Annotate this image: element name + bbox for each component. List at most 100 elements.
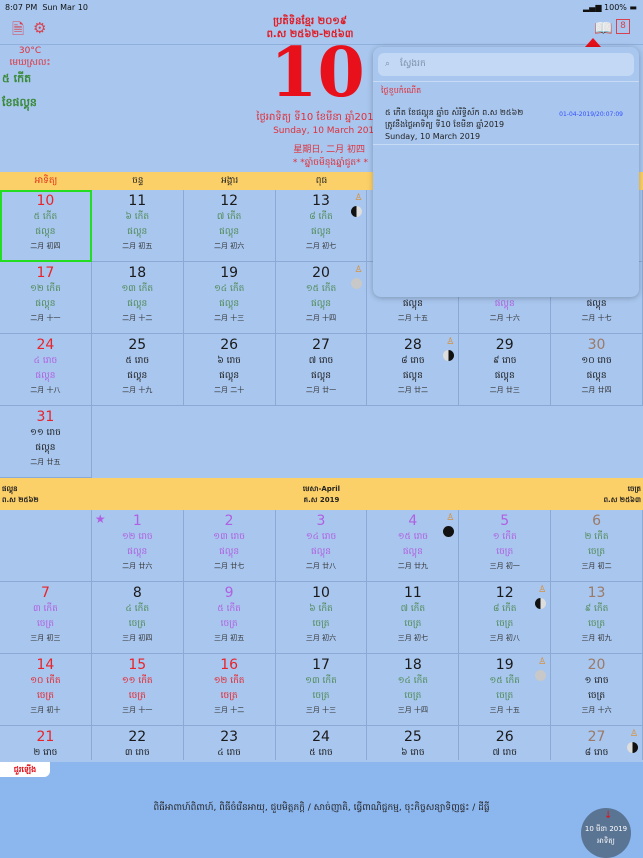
day-number: 11 (403, 585, 422, 601)
day-number: 6 (592, 513, 602, 529)
day-cell[interactable]: 13 ៩ កើត ចេត្រ 三月 初九 (551, 582, 643, 654)
popover-arrow (585, 38, 601, 47)
day-number: 25 (128, 337, 147, 353)
day-cell[interactable]: 19 ១៥ កើត ចេត្រ 三月 十五 ♙ (459, 654, 552, 726)
lunar-month: ផល្គុន (35, 227, 56, 237)
book-icon[interactable]: 📖 (594, 19, 613, 37)
day-cell[interactable] (0, 510, 92, 582)
day-cell[interactable]: 18 ១៣ កើត ផល្គុន 二月 十二 (91, 262, 184, 334)
day-cell[interactable]: 13 ៨ កើត ផល្គុន 二月 初七 ♙ (275, 190, 368, 262)
chinese-date: 二月 十八 (30, 386, 61, 394)
day-cell[interactable]: 9 ៥ កើត ចេត្រ 三月 初五 (183, 582, 276, 654)
day-cell[interactable]: 7 ៣ កើត ចេត្រ 三月 初三 (0, 582, 92, 654)
day-number: 19 (220, 265, 239, 281)
day-cell[interactable]: 26 ៦ រោច ផល្គុន 二月 二十 (183, 334, 276, 406)
day-cell[interactable]: 27 ៧ រោច ផល្គុន 二月 廿一 (275, 334, 368, 406)
day-number: 2 (224, 513, 234, 529)
day-cell[interactable]: 3 ១៤ រោច ផល្គុន 二月 廿八 (275, 510, 368, 582)
day-cell[interactable]: 15 ១១ កើត ចេត្រ 三月 十一 (91, 654, 184, 726)
day-cell[interactable]: 10 ៥ កើត ផល្គុន 二月 初四 (0, 190, 92, 262)
search-input[interactable]: ⌕ ស្វែងរក (378, 53, 634, 76)
day-cell[interactable]: 26 ៧ រោច (459, 726, 552, 760)
day-cell[interactable]: 29 ៩ រោច ផល្គុន 二月 廿三 (459, 334, 552, 406)
lunar-day: ៤ រោច (217, 748, 241, 758)
day-cell[interactable]: 16 ១២ កើត ចេត្រ 三月 十二 (183, 654, 276, 726)
lunar-day: ១៣ កើត (121, 284, 154, 294)
day-cell[interactable]: 24 ៤ រោច ផល្គុន 二月 十八 (0, 334, 92, 406)
day-cell[interactable]: 11 ៦ កើត ផល្គុន 二月 初五 (91, 190, 184, 262)
day-cell[interactable]: 5 ១ កើត ចេត្រ 三月 初一 (459, 510, 552, 582)
lunar-day: ២ រោច (33, 748, 58, 758)
chinese-date: 二月 十五 (397, 314, 428, 322)
day-cell[interactable]: 1 ១២ រោច ផល្គុន 二月 廿六 ★ (91, 510, 184, 582)
day-number: 14 (36, 657, 55, 673)
day-cell[interactable]: 30 ១០ រោច ផល្គុន 二月 廿四 (551, 334, 643, 406)
day-number: 24 (312, 729, 330, 745)
chinese-date: 二月 廿二 (397, 386, 428, 394)
lunar-day: ១១ រោច (30, 428, 61, 438)
today-button[interactable]: ↓ 10 មីនា 2019 អាទិត្យ (581, 808, 631, 858)
day-cell[interactable]: 24 ៥ រោច (275, 726, 368, 760)
monk-icon: ♙ (446, 337, 455, 347)
day-cell[interactable]: 2 ១៣ រោច ផល្គុន 二月 廿七 (183, 510, 276, 582)
weekday-wed: ពុធ (315, 176, 328, 186)
zodiac-year: * *ឆ្នាំចមិនុងឆ្នាំជូត* * (292, 158, 368, 168)
day-number: 26 (495, 729, 514, 745)
lunar-month: ចេត្រ (496, 619, 514, 629)
day-cell[interactable]: 12 ៧ កើត ផល្គុន 二月 初六 (183, 190, 276, 262)
day-cell[interactable]: 17 ១២ កើត ផល្គុន 二月 十一 (0, 262, 92, 334)
search-document-icon[interactable]: 🗎 (12, 19, 24, 44)
lunar-day: ២ កើត (584, 532, 609, 542)
day-cell[interactable]: 18 ១៤ កើត ចេត្រ 三月 十四 (367, 654, 460, 726)
day-cell[interactable]: 25 ៦ រោច (367, 726, 460, 760)
chinese-date: 三月 初三 (30, 634, 61, 642)
day-cell[interactable]: 4 ១៥ រោច ផល្គុន 二月 廿九 ♙ (367, 510, 460, 582)
day-cell[interactable]: 23 ៤ រោច (183, 726, 276, 760)
day-number: 30 (587, 337, 606, 353)
day-cell[interactable]: 8 ៤ កើត ចេត្រ 三月 初四 (91, 582, 184, 654)
day-cell[interactable]: 21 ២ រោច (0, 726, 92, 760)
day-cell[interactable]: 28 ៨ រោច ផល្គុន 二月 廿二 ♙ (367, 334, 460, 406)
lunar-month: ផល្គុន (310, 227, 331, 237)
chinese-date: 二月 十三 (214, 314, 245, 322)
status-bar: 8:07 PM Sun Mar 10 ▂▄▆ 100% ▬ (0, 0, 643, 14)
day-cell[interactable]: 25 ៥ រោច ផល្គុន 二月 十九 (91, 334, 184, 406)
big-day-number: 10 (270, 33, 365, 113)
chinese-date: 三月 十三 (305, 706, 337, 714)
day-cell[interactable]: 14 ១០ កើត ចេត្រ 三月 初十 (0, 654, 92, 726)
lunar-month: ផល្គុន (494, 299, 515, 309)
gear-icon[interactable]: ⚙ (33, 19, 46, 37)
day-cell[interactable]: 17 ១៣ កើត ចេត្រ 三月 十三 (275, 654, 368, 726)
lunar-month: ផល្គុន (310, 371, 331, 381)
day-cell[interactable]: 12 ៨ កើត ចេត្រ 三月 初八 ♙ (459, 582, 552, 654)
chinese-date: 二月 廿五 (30, 458, 61, 466)
birthday-entry[interactable]: ៥ កើត ខែផល្គុន ឆ្នាំច សំរឹទ្ធិស័ក ព.ស ២៥… (385, 107, 635, 143)
lunar-month: ចេត្រ (36, 619, 54, 629)
lunar-month: ចេត្រ (588, 619, 606, 629)
day-cell[interactable]: 20 ១ រោច ចេត្រ 三月 十六 (551, 654, 643, 726)
lunar-month: ផល្គុន (219, 547, 240, 557)
monk-icon: ♙ (354, 265, 363, 275)
lunar-day: ៧ កើត (400, 604, 426, 614)
chinese-date: 二月 十六 (489, 314, 520, 322)
day-number: 12 (220, 193, 239, 209)
day-cell[interactable]: 20 ១៥ កើត ផល្គុន 二月 十四 ♙ (275, 262, 368, 334)
lunar-day (0, 530, 91, 545)
day-cell[interactable]: 19 ១៤ កើត ផល្គុន 二月 十三 (183, 262, 276, 334)
day-cell[interactable]: 6 ២ កើត ចេត្រ 三月 初二 (551, 510, 643, 582)
lunar-month: ផល្គុន (219, 227, 240, 237)
day-cell[interactable]: 27 ៨ រោច ♙ (551, 726, 643, 760)
day-cell[interactable]: 22 ៣ រោច (91, 726, 184, 760)
calendar-today-icon[interactable]: 8 (616, 19, 630, 34)
chinese-date: 二月 廿一 (305, 386, 337, 394)
day-number: 22 (128, 729, 147, 745)
lunar-month: ផល្គុន (586, 299, 607, 309)
chinese-date: 三月 十一 (122, 706, 153, 714)
day-cell[interactable]: 31 ១១ រោច ផល្គុន 二月 廿五 (0, 406, 92, 478)
day-cell[interactable]: 10 ៦ កើត ចេត្រ 三月 初六 (275, 582, 368, 654)
lunar-month: ចេត្រ (220, 619, 238, 629)
day-number: 18 (128, 265, 147, 281)
lunar-month: ផល្គុន (219, 371, 240, 381)
day-cell[interactable]: 11 ៧ កើត ចេត្រ 三月 初七 (367, 582, 460, 654)
monk-icon: ♙ (354, 193, 363, 203)
